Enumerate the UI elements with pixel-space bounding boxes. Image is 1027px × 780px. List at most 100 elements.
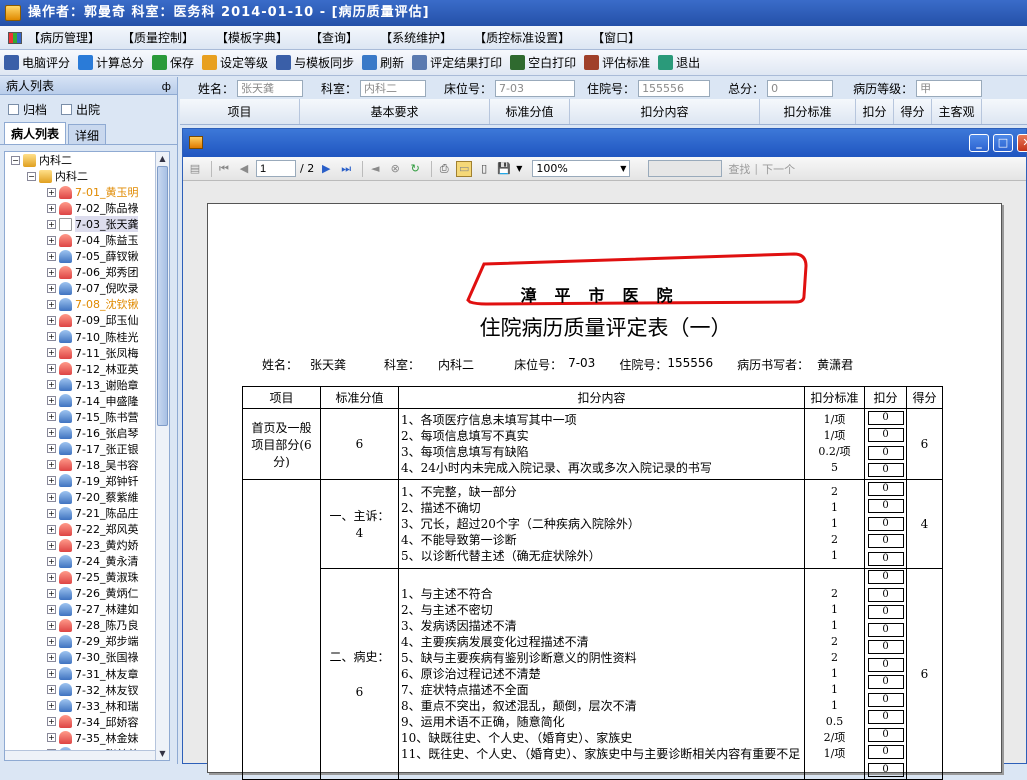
- tree-node-patient[interactable]: +7-05_薛钗锹: [5, 248, 169, 264]
- field-input[interactable]: 甲: [916, 79, 983, 97]
- expand-icon[interactable]: +: [47, 219, 56, 229]
- next-page-icon[interactable]: ▶: [318, 161, 334, 177]
- expand-icon[interactable]: +: [47, 444, 56, 454]
- deduction-input[interactable]: 0: [867, 762, 904, 777]
- tab-details[interactable]: 详细: [68, 124, 107, 144]
- deduction-input[interactable]: 0: [867, 692, 904, 707]
- tree-node-patient[interactable]: +7-34_邱娇容: [5, 714, 169, 730]
- export-icon[interactable]: 💾: [496, 161, 512, 177]
- expand-icon[interactable]: +: [47, 396, 56, 406]
- tree-node-patient[interactable]: +7-03_张天龚: [5, 216, 169, 233]
- last-page-icon[interactable]: ⏭: [338, 161, 354, 177]
- tree-node-patient[interactable]: +7-22_郑风英: [5, 521, 169, 537]
- expand-icon[interactable]: +: [47, 412, 56, 422]
- chevron-down-icon[interactable]: ▼: [620, 164, 629, 173]
- tree-node-patient[interactable]: +7-25_黄淑珠: [5, 569, 169, 585]
- stop-icon[interactable]: ⊗: [387, 161, 403, 177]
- tree-node-patient[interactable]: +7-29_郑步端: [5, 633, 169, 649]
- tree-node-patient[interactable]: +7-20_蔡紫維: [5, 489, 169, 505]
- expand-icon[interactable]: +: [47, 283, 56, 293]
- scroll-up-icon[interactable]: ▲: [156, 152, 169, 165]
- column-header-0[interactable]: 项目: [180, 99, 300, 124]
- tree-node-patient[interactable]: +7-33_林和瑞: [5, 698, 169, 714]
- tree-node-patient[interactable]: +7-04_陈益玉: [5, 232, 169, 248]
- checkbox-box[interactable]: [8, 103, 19, 115]
- deduction-input[interactable]: 0: [867, 727, 904, 742]
- expand-icon[interactable]: +: [47, 492, 56, 502]
- field-input[interactable]: 张天龚: [237, 79, 304, 97]
- deduction-input[interactable]: 0: [867, 605, 904, 620]
- expand-icon[interactable]: +: [47, 620, 56, 630]
- pin-icon[interactable]: ф: [162, 78, 171, 96]
- field-input[interactable]: 7-03: [495, 79, 576, 97]
- toolbar-button-9[interactable]: 退出: [658, 54, 700, 71]
- deduction-input[interactable]: 0: [867, 534, 904, 549]
- tree-node-patient[interactable]: +7-18_吴书容: [5, 457, 169, 473]
- export-dropdown-icon[interactable]: ▼: [516, 164, 522, 173]
- column-header-1[interactable]: 基本要求: [300, 99, 490, 124]
- expand-icon[interactable]: +: [47, 652, 56, 662]
- tree-node-patient[interactable]: +7-24_黄永清: [5, 553, 169, 569]
- menu-item-5[interactable]: 【质控标准设置】: [474, 29, 570, 46]
- expand-icon[interactable]: +: [47, 267, 56, 277]
- deduction-input[interactable]: 0: [867, 445, 904, 460]
- tree-node-patient[interactable]: +7-32_林友钗: [5, 682, 169, 698]
- tree-node-patient[interactable]: +7-26_黄炳仁: [5, 585, 169, 601]
- tree-node-patient[interactable]: +7-07_倪吹录: [5, 280, 169, 296]
- menu-app-icon[interactable]: [8, 31, 22, 44]
- expand-icon[interactable]: +: [47, 348, 56, 358]
- maximize-button[interactable]: □: [993, 134, 1013, 152]
- column-header-6[interactable]: 得分: [894, 99, 932, 124]
- tree-node-patient[interactable]: +7-10_陈桂光: [5, 329, 169, 345]
- checkbox-box[interactable]: [61, 103, 73, 115]
- deduction-input[interactable]: 0: [867, 551, 904, 566]
- deduction-input[interactable]: 0: [867, 428, 904, 443]
- expand-icon[interactable]: +: [47, 669, 56, 679]
- expand-icon[interactable]: +: [47, 556, 56, 566]
- discharged-checkbox[interactable]: 出院: [61, 101, 100, 118]
- minimize-button[interactable]: _: [969, 134, 989, 152]
- tab-patient-list[interactable]: 病人列表: [4, 122, 67, 144]
- find-input[interactable]: [648, 160, 723, 177]
- tree-node-patient[interactable]: +7-23_黄灼娇: [5, 537, 169, 553]
- expand-icon[interactable]: +: [47, 717, 56, 727]
- tree-node-root[interactable]: − 内科二: [5, 152, 169, 168]
- deduction-input[interactable]: 0: [867, 516, 904, 531]
- zoom-select[interactable]: 100% ▼: [532, 160, 631, 177]
- toolbar-button-8[interactable]: 评估标准: [584, 54, 650, 71]
- toolbar-button-3[interactable]: 设定等级: [202, 54, 268, 71]
- tree-node-patient[interactable]: +7-08_沈钦锹: [5, 296, 169, 312]
- toolbar-button-0[interactable]: 电脑评分: [4, 54, 70, 71]
- expand-icon[interactable]: +: [47, 428, 56, 438]
- tree-node-patient[interactable]: +7-30_张国祿: [5, 649, 169, 665]
- expand-icon[interactable]: +: [47, 203, 56, 213]
- expand-icon[interactable]: +: [47, 299, 56, 309]
- deduction-input[interactable]: 0: [867, 745, 904, 760]
- deduction-input[interactable]: 0: [867, 481, 904, 496]
- deduction-input[interactable]: 0: [867, 640, 904, 655]
- expand-icon[interactable]: +: [47, 701, 56, 711]
- toolbar-button-5[interactable]: 刷新: [362, 54, 404, 71]
- page-layout-icon[interactable]: ▭: [456, 160, 473, 177]
- tree-toggle-icon[interactable]: ▤: [187, 161, 203, 177]
- column-header-7[interactable]: 主客观: [932, 99, 982, 124]
- tree-node-patient[interactable]: +7-27_林建如: [5, 601, 169, 617]
- deduction-input[interactable]: 0: [867, 657, 904, 672]
- toolbar-button-4[interactable]: 与模板同步: [276, 54, 354, 71]
- field-input[interactable]: 内科二: [360, 79, 427, 97]
- tree-node-patient[interactable]: +7-02_陈品祿: [5, 200, 169, 216]
- tree-node-patient[interactable]: +7-21_陈品庄: [5, 505, 169, 521]
- find-next-button[interactable]: 下一个: [762, 161, 795, 177]
- expand-icon[interactable]: +: [47, 604, 56, 614]
- column-header-2[interactable]: 标准分值: [490, 99, 570, 124]
- tree-node-patient[interactable]: +7-19_郑钟钎: [5, 473, 169, 489]
- tree-node-patient[interactable]: +7-31_林友章: [5, 666, 169, 682]
- expand-icon[interactable]: +: [47, 572, 56, 582]
- find-button[interactable]: 查找: [728, 161, 750, 177]
- expand-icon[interactable]: +: [47, 540, 56, 550]
- archive-checkbox[interactable]: 归档: [8, 101, 47, 118]
- expand-icon[interactable]: +: [47, 524, 56, 534]
- expand-icon[interactable]: +: [47, 636, 56, 646]
- expand-icon[interactable]: +: [47, 460, 56, 470]
- toolbar-button-7[interactable]: 空白打印: [510, 54, 576, 71]
